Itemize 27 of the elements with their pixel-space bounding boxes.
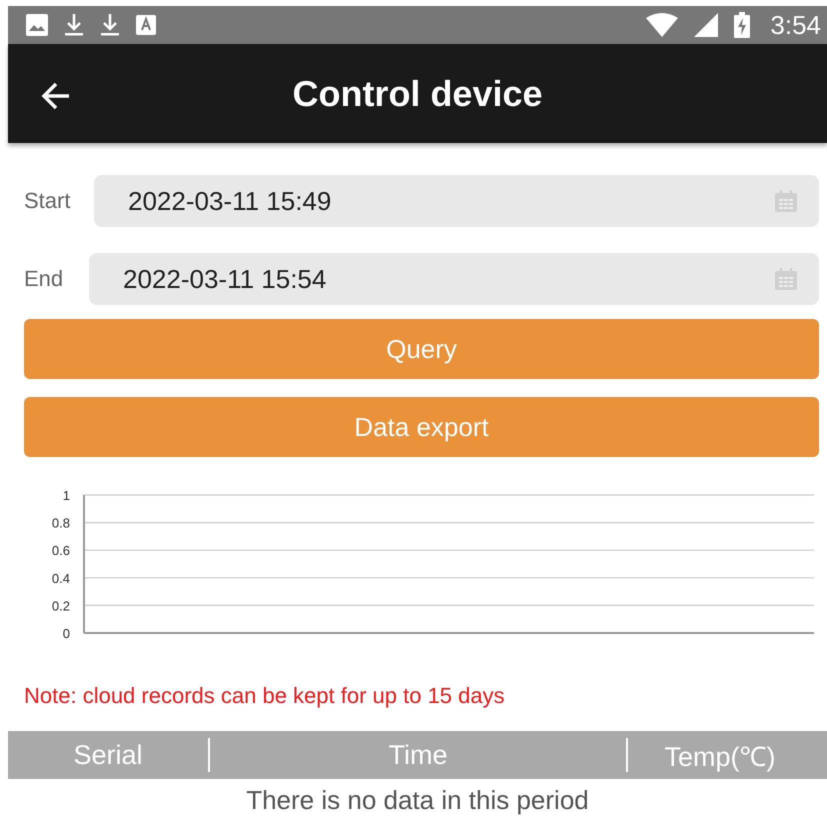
date-time-field[interactable]: 2022-03-11 15:54 <box>89 253 819 306</box>
back-arrow-icon[interactable] <box>41 82 71 110</box>
empty-message: There is no data in this period <box>245 785 590 816</box>
field-label: End <box>24 266 64 292</box>
y-axis-label: 0.6 <box>52 544 70 559</box>
wifi-icon <box>646 13 678 38</box>
retention-note: Note: cloud records can be kept for up to 15 days <box>24 683 506 710</box>
y-axis-label: 1 <box>62 488 70 504</box>
clock-time: 3:54 <box>770 10 821 41</box>
y-axis-label: 0.8 <box>52 516 70 531</box>
image-icon <box>26 14 48 36</box>
y-axis-label: 0 <box>62 626 70 642</box>
calendar-icon[interactable] <box>773 188 799 214</box>
download-icon <box>100 13 120 38</box>
signal-icon <box>694 13 718 38</box>
column-header: Time <box>388 740 448 771</box>
column-header: Temp(℃) <box>663 740 776 774</box>
y-axis-label: 0.2 <box>52 598 70 614</box>
battery-icon <box>734 12 750 38</box>
app-icon <box>136 15 156 36</box>
screen-title: Control device <box>292 72 543 115</box>
column-header: Serial <box>72 740 144 771</box>
field-label: Start <box>24 188 72 214</box>
download-icon <box>64 13 84 38</box>
date-time-field[interactable]: 2022-03-11 15:49 <box>94 175 819 228</box>
y-axis-label: 0.4 <box>52 571 70 586</box>
calendar-icon[interactable] <box>773 266 799 292</box>
